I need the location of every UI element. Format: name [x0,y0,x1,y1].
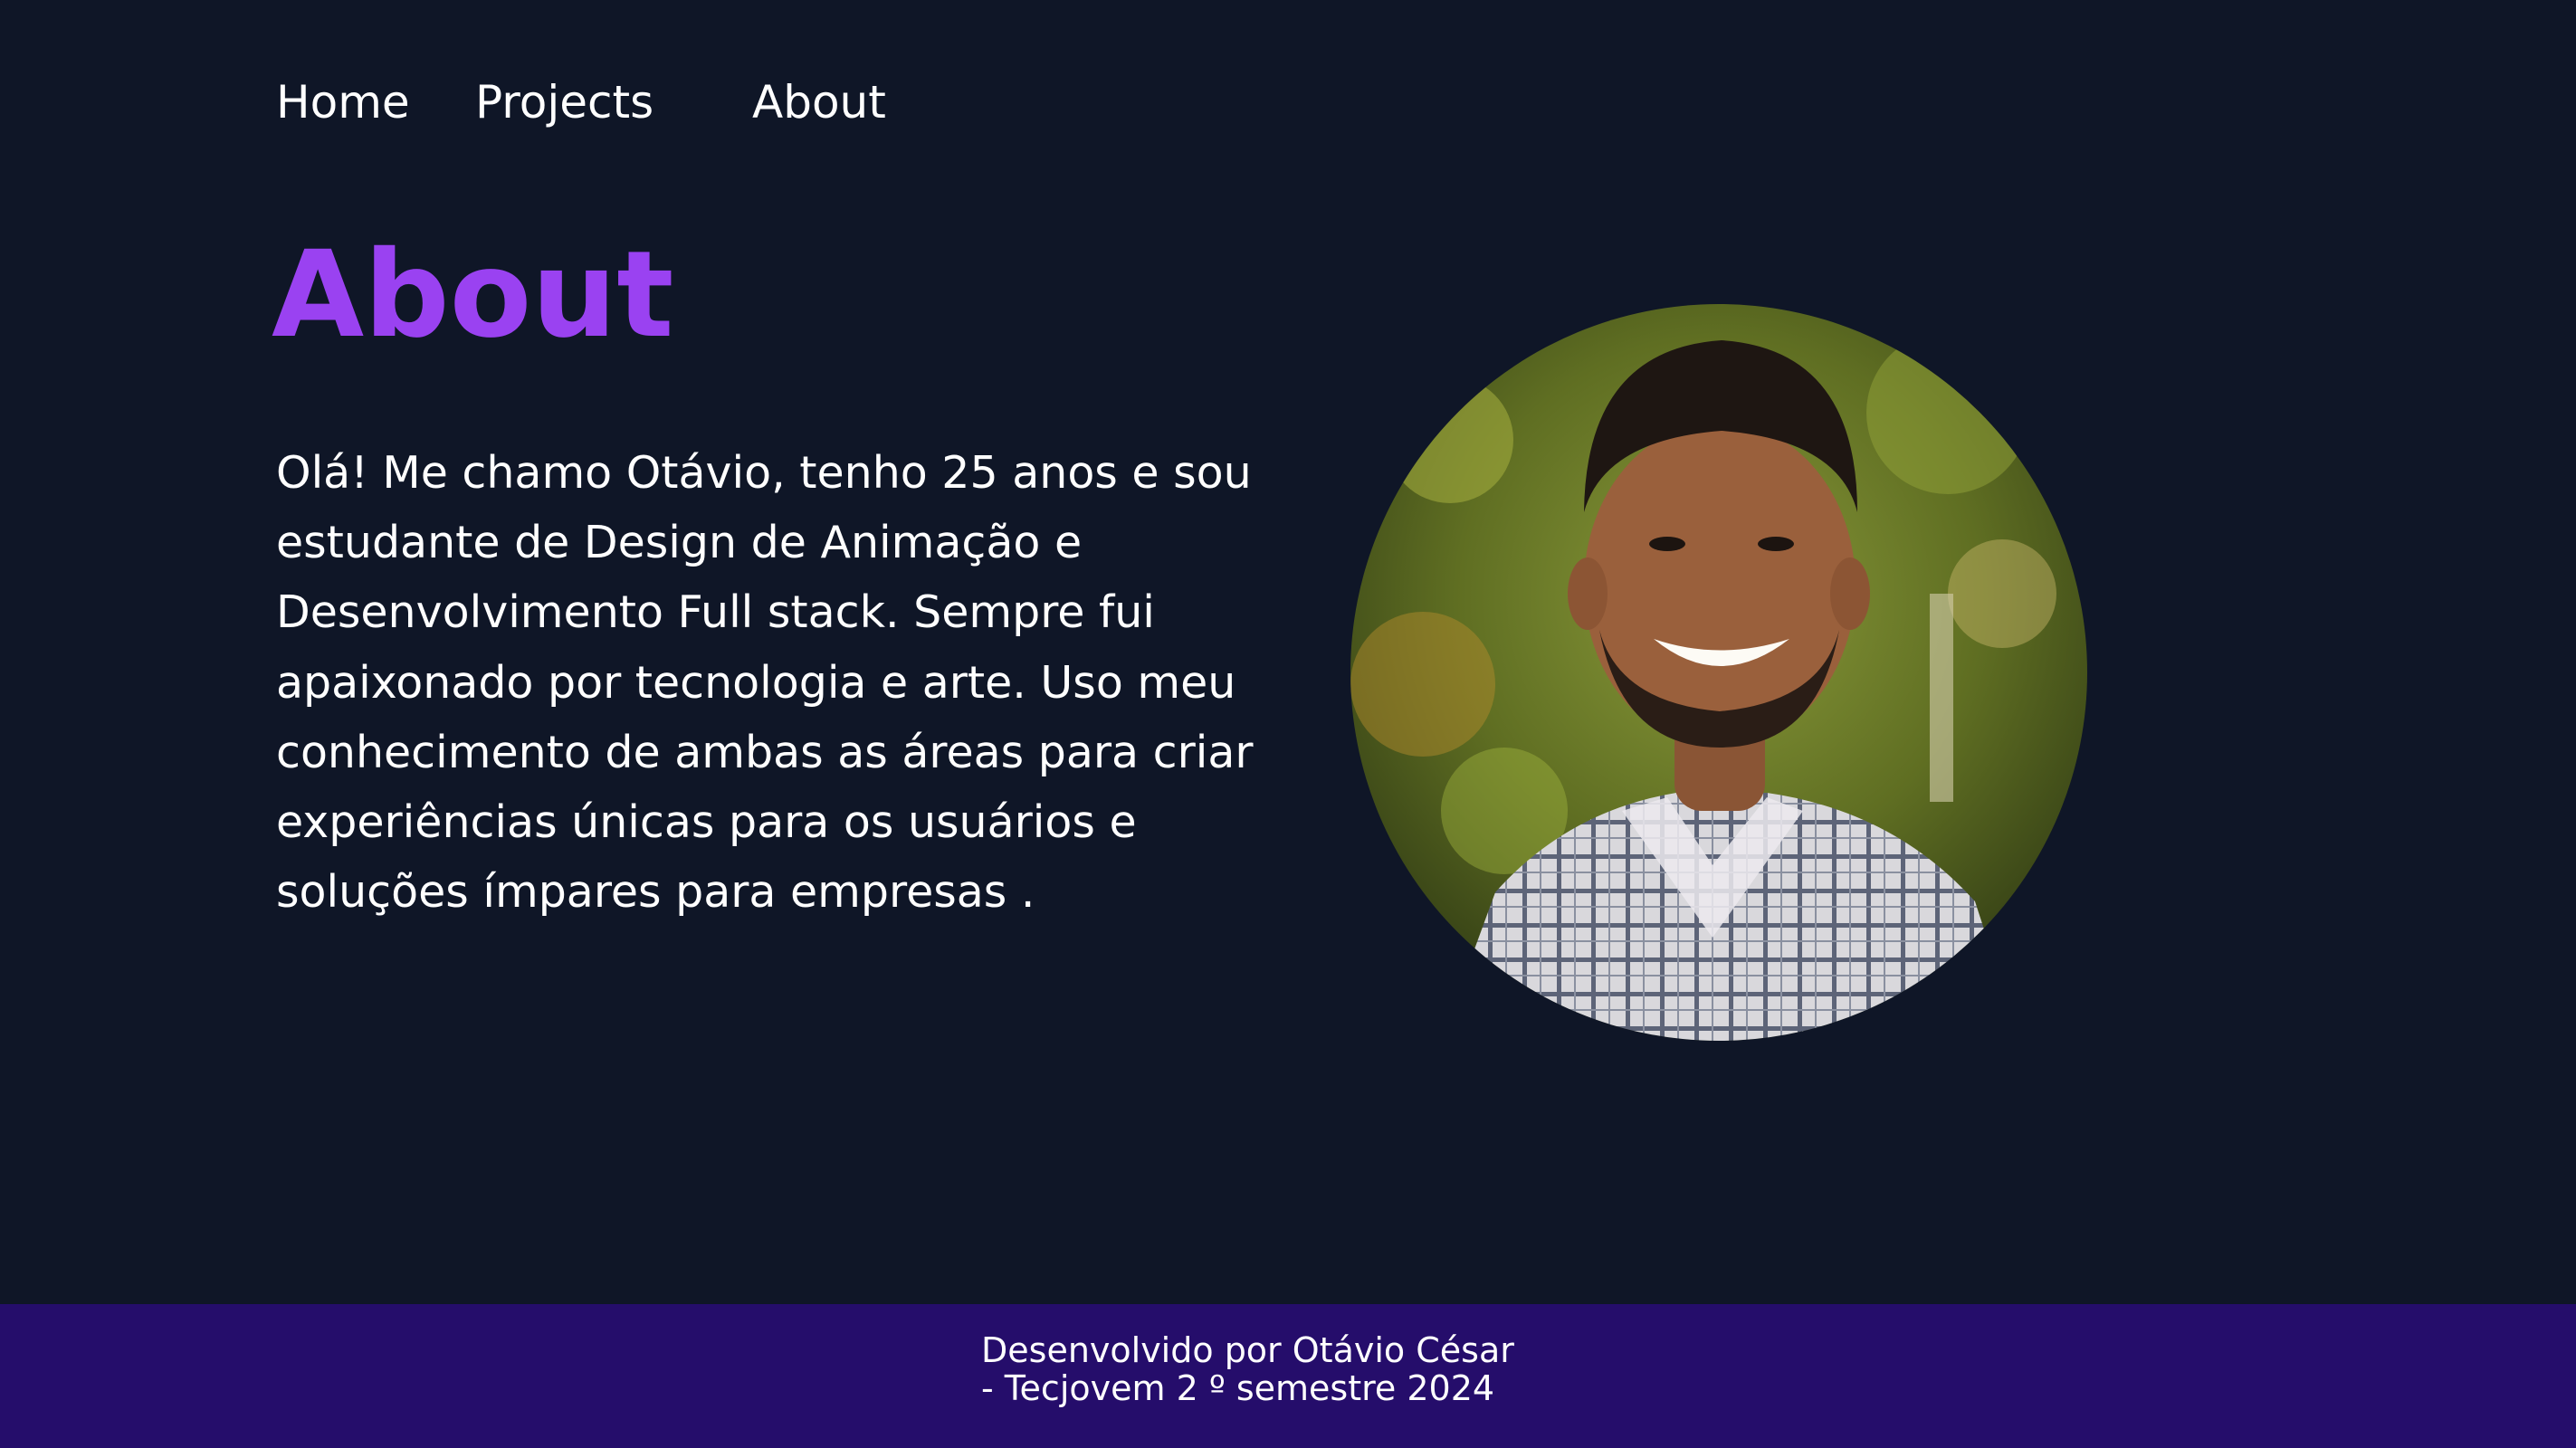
page-title: About [272,225,674,365]
nav-link-home[interactable]: Home [276,71,410,134]
footer-credits: Desenvolvido por Otávio César - Tecjovem… [981,1331,1514,1407]
footer: Desenvolvido por Otávio César - Tecjovem… [0,1304,2576,1448]
profile-photo-image [1350,304,2087,1041]
profile-photo [1350,304,2087,1041]
nav-link-projects[interactable]: Projects [475,71,654,134]
nav-link-about[interactable]: About [752,71,886,134]
bio-paragraph: Olá! Me chamo Otávio, tenho 25 anos e so… [276,447,1254,919]
footer-credit-line-2: - Tecjovem 2 º semestre 2024 [981,1368,1495,1408]
footer-credit-line-1: Desenvolvido por Otávio César [981,1330,1514,1370]
